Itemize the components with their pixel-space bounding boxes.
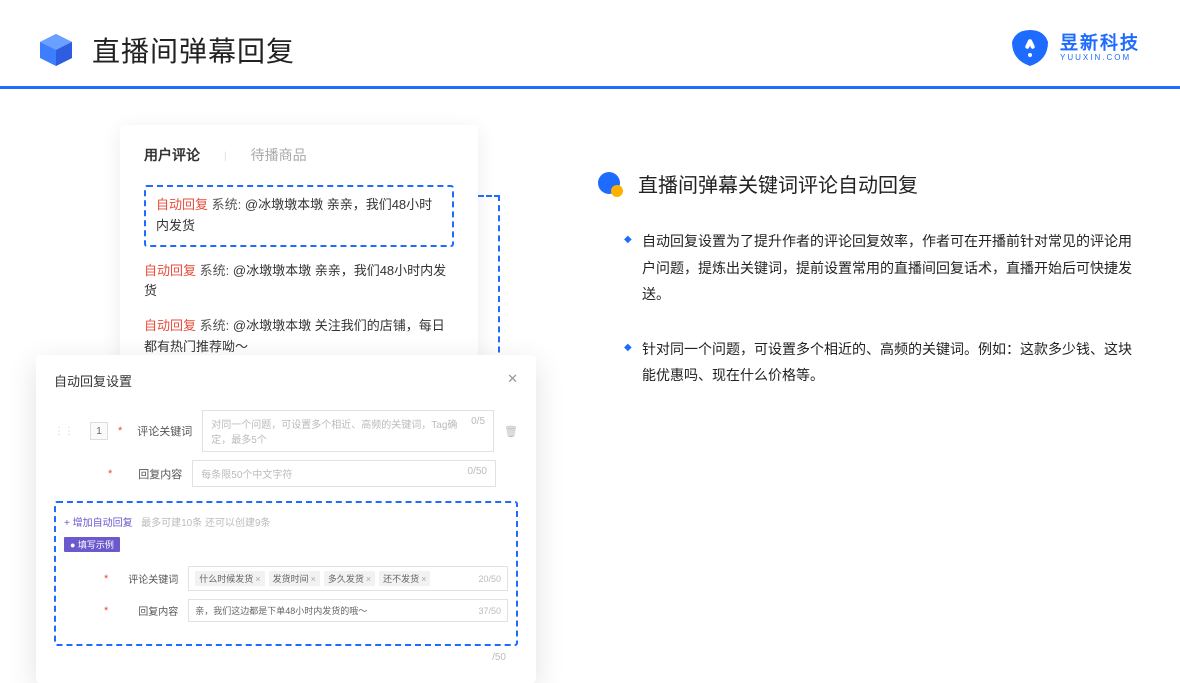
token-remove-icon[interactable]: × xyxy=(255,574,260,584)
required-dot: * xyxy=(118,425,122,437)
required-dot: * xyxy=(104,605,108,617)
comment-row: 自动回复 系统: @冰墩墩本墩 亲亲，我们48小时内发货 xyxy=(144,261,454,303)
connector-line xyxy=(478,195,500,197)
keyword-label: 评论关键词 xyxy=(132,423,192,439)
ex-content-label: 回复内容 xyxy=(118,603,178,618)
token: 发货时间× xyxy=(269,571,320,586)
char-count: 20/50 xyxy=(478,574,501,584)
example-block: + 增加自动回复 最多可建10条 还可以创建9条 ● 填写示例 * 评论关键词 … xyxy=(54,501,518,646)
brand-sub: YUUXIN.COM xyxy=(1060,54,1140,62)
outer-count: /50 xyxy=(54,646,518,663)
example-tag: ● 填写示例 xyxy=(64,537,120,552)
left-column: 用户评论 | 待播商品 自动回复 系统: @冰墩墩本墩 亲亲，我们48小时内发货… xyxy=(36,125,536,417)
ex-content-input[interactable]: 亲，我们这边都是下单48小时内发货的哦～ 37/50 xyxy=(188,599,508,622)
content-input[interactable]: 每条限50个中文字符 0/50 xyxy=(192,460,496,487)
bullet-item: 针对同一个问题，可设置多个相近的、高频的关键词。例如：这款多少钱、这块能优惠吗、… xyxy=(624,336,1144,389)
divider: | xyxy=(224,151,227,162)
token-remove-icon[interactable]: × xyxy=(366,574,371,584)
auto-reply-tag: 自动回复 xyxy=(144,263,196,278)
add-hint: 最多可建10条 还可以创建9条 xyxy=(141,518,270,529)
bullet-item: 自动回复设置为了提升作者的评论回复效率，作者可在开播前针对常见的评论用户问题，提… xyxy=(624,228,1144,308)
keyword-input[interactable]: 对同一个问题，可设置多个相近、高频的关键词，Tag确定，最多5个 0/5 xyxy=(202,410,494,452)
comment-row-highlighted: 自动回复 系统: @冰墩墩本墩 亲亲，我们48小时内发货 xyxy=(144,185,454,247)
auto-reply-tag: 自动回复 xyxy=(144,318,196,333)
token-remove-icon[interactable]: × xyxy=(311,574,316,584)
add-auto-reply-link[interactable]: + 增加自动回复 xyxy=(64,518,133,529)
system-label: 系统: xyxy=(200,318,230,333)
placeholder: 每条限50个中文字符 xyxy=(201,466,292,481)
tab-user-comments[interactable]: 用户评论 xyxy=(144,145,200,167)
char-count: 0/5 xyxy=(471,416,485,446)
right-column: 直播间弹幕关键词评论自动回复 自动回复设置为了提升作者的评论回复效率，作者可在开… xyxy=(596,125,1144,417)
placeholder: 对同一个问题，可设置多个相近、高频的关键词，Tag确定，最多5个 xyxy=(211,416,471,446)
tabs: 用户评论 | 待播商品 xyxy=(144,145,454,167)
tab-products[interactable]: 待播商品 xyxy=(251,145,307,167)
char-count: 37/50 xyxy=(478,606,501,616)
subtitle-icon xyxy=(596,170,624,198)
ex-keyword-input[interactable]: 什么时候发货× 发货时间× 多久发货× 还不发货× 20/50 xyxy=(188,566,508,591)
drag-handle-icon[interactable]: ⋮⋮ xyxy=(54,426,74,437)
brand-name: 昱新科技 xyxy=(1060,34,1140,52)
settings-title: 自动回复设置 xyxy=(54,371,132,390)
bullet-list: 自动回复设置为了提升作者的评论回复效率，作者可在开播前针对常见的评论用户问题，提… xyxy=(596,228,1144,389)
system-label: 系统: xyxy=(212,197,242,212)
token: 多久发货× xyxy=(324,571,375,586)
char-count: 0/50 xyxy=(468,466,487,481)
brand: 昱新科技 YUUXIN.COM xyxy=(1010,28,1140,68)
token: 什么时候发货× xyxy=(195,571,264,586)
auto-reply-tag: 自动回复 xyxy=(156,197,208,212)
content-label: 回复内容 xyxy=(122,466,182,482)
ex-content-value: 亲，我们这边都是下单48小时内发货的哦～ xyxy=(195,604,367,617)
comment-row: 自动回复 系统: @冰墩墩本墩 关注我们的店铺，每日都有热门推荐呦～ xyxy=(144,316,454,358)
trash-icon[interactable]: 🗑 xyxy=(504,425,518,438)
required-dot: * xyxy=(108,468,112,480)
settings-modal: 自动回复设置 ✕ ⋮⋮ 1 * 评论关键词 对同一个问题，可设置多个相近、高频的… xyxy=(36,355,536,683)
header: 直播间弹幕回复 xyxy=(0,0,1180,89)
system-label: 系统: xyxy=(200,263,230,278)
cube-icon xyxy=(36,30,76,70)
token: 还不发货× xyxy=(379,571,430,586)
required-dot: * xyxy=(104,573,108,585)
index-badge: 1 xyxy=(90,422,108,440)
token-remove-icon[interactable]: × xyxy=(421,574,426,584)
subtitle: 直播间弹幕关键词评论自动回复 xyxy=(638,169,918,198)
page-title: 直播间弹幕回复 xyxy=(92,30,295,70)
brand-icon xyxy=(1010,28,1050,68)
ex-keyword-label: 评论关键词 xyxy=(118,571,178,586)
close-icon[interactable]: ✕ xyxy=(507,371,518,390)
